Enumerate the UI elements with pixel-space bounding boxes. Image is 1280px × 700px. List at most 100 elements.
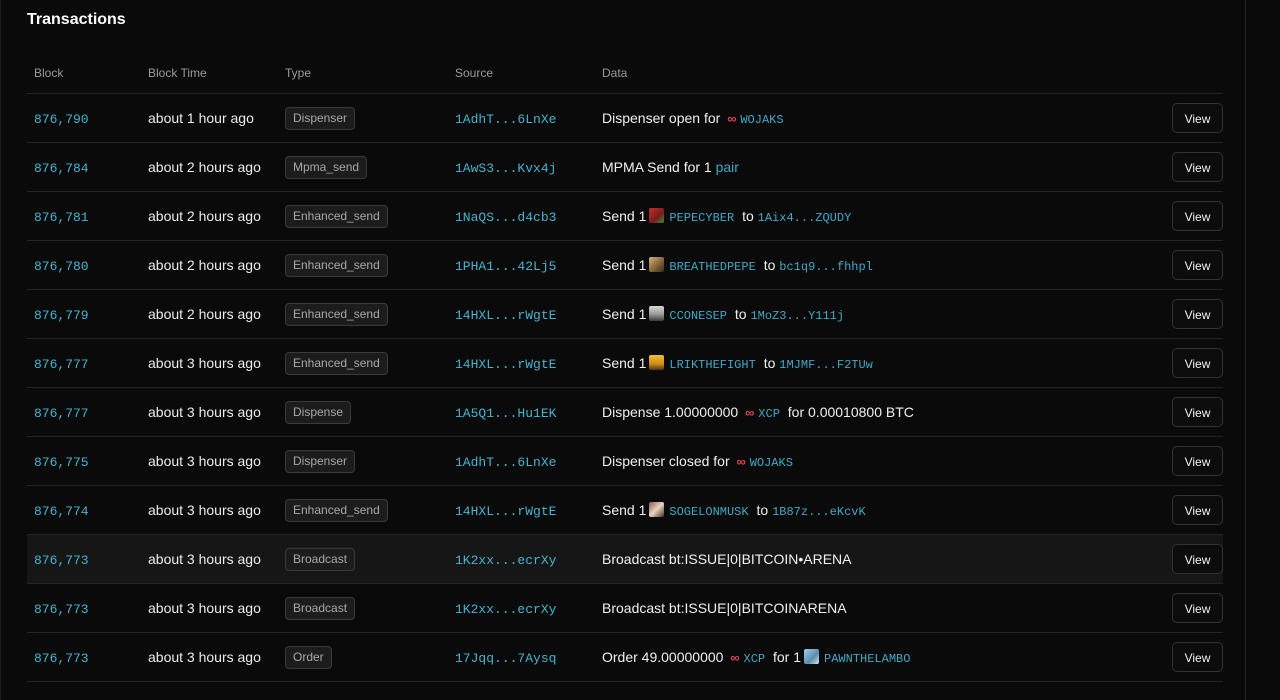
asset-link[interactable]: CCONESEP	[669, 309, 727, 323]
data-text: to	[734, 305, 747, 322]
type-badge: Enhanced_send	[285, 351, 388, 375]
asset-link[interactable]: WOJAKS	[750, 456, 793, 470]
asset-image-icon	[649, 354, 665, 370]
view-button[interactable]: View	[1172, 201, 1223, 231]
block-time: about 3 hours ago	[148, 453, 261, 469]
address-link[interactable]: 1B87z...eKcvK	[772, 505, 866, 519]
data-text: Broadcast bt:ISSUE|0|BITCOIN•ARENA	[602, 551, 852, 567]
data-text: Broadcast bt:ISSUE|0|BITCOINARENA	[602, 600, 847, 616]
view-button[interactable]: View	[1172, 495, 1223, 525]
block-link[interactable]: 876,773	[34, 651, 89, 666]
view-button[interactable]: View	[1172, 103, 1223, 133]
data-cell: Send 1 PEPECYBER to 1Aix4...ZQUDY	[602, 192, 1161, 241]
block-time: about 3 hours ago	[148, 551, 261, 567]
block-link[interactable]: 876,790	[34, 112, 89, 127]
data-cell: Order 49.00000000 ∞ XCP for 1 PAWNTHELAMB…	[602, 633, 1161, 682]
source-link[interactable]: 1K2xx...ecrXy	[455, 602, 556, 617]
source-link[interactable]: 1A5Q1...Hu1EK	[455, 406, 556, 421]
data-text: for 0.00010800 BTC	[787, 403, 914, 420]
data-cell: Send 1 SOGELONMUSK to 1B87z...eKcvK	[602, 486, 1161, 535]
block-time: about 3 hours ago	[148, 600, 261, 616]
data-text: for 1	[773, 648, 802, 665]
block-link[interactable]: 876,779	[34, 308, 89, 323]
source-link[interactable]: 1K2xx...ecrXy	[455, 553, 556, 568]
address-link[interactable]: 1MJMF...F2TUw	[779, 358, 873, 372]
address-link[interactable]: 1Aix4...ZQUDY	[758, 211, 852, 225]
section-title: Transactions	[27, 11, 126, 28]
transactions-panel: Transactions Block Block Time Type Sourc…	[0, 0, 1246, 700]
data-cell: Send 1 BREATHEDPEPE to bc1q9...fhhpl	[602, 241, 1161, 290]
block-link[interactable]: 876,773	[34, 602, 89, 617]
table-row: 876,777 about 3 hours ago Enhanced_send …	[27, 339, 1223, 388]
asset-link[interactable]: PAWNTHELAMBO	[824, 652, 910, 666]
block-link[interactable]: 876,781	[34, 210, 89, 225]
view-button[interactable]: View	[1172, 593, 1223, 623]
view-button[interactable]: View	[1172, 348, 1223, 378]
asset-link[interactable]: LRIKTHEFIGHT	[669, 358, 755, 372]
table-row: 876,780 about 2 hours ago Enhanced_send …	[27, 241, 1223, 290]
source-link[interactable]: 1NaQS...d4cb3	[455, 210, 556, 225]
view-button[interactable]: View	[1172, 152, 1223, 182]
data-cell: Dispense 1.00000000 ∞ XCP for 0.00010800…	[602, 388, 1161, 437]
data-cell: MPMA Send for 1 pair	[602, 143, 1161, 192]
source-link[interactable]: 1AdhT...6LnXe	[455, 455, 556, 470]
asset-image-icon	[649, 256, 665, 272]
type-badge: Mpma_send	[285, 155, 368, 179]
address-link[interactable]: 1MoZ3...Y111j	[750, 309, 844, 323]
source-link[interactable]: 14HXL...rWgtE	[455, 504, 556, 519]
source-link[interactable]: 1AdhT...6LnXe	[455, 112, 556, 127]
source-link[interactable]: 17Jqq...7Aysq	[455, 651, 556, 666]
view-button[interactable]: View	[1172, 397, 1223, 427]
data-text: to	[742, 207, 754, 224]
block-time: about 2 hours ago	[148, 208, 261, 224]
data-text: to	[763, 354, 776, 371]
block-link[interactable]: 876,777	[34, 406, 89, 421]
asset-link[interactable]: XCP	[758, 407, 780, 421]
view-button[interactable]: View	[1172, 299, 1223, 329]
pair-link[interactable]: pair	[716, 159, 739, 175]
source-link[interactable]: 1PHA1...42Lj5	[455, 259, 556, 274]
data-text: Dispense 1.00000000	[602, 403, 739, 420]
data-cell: Dispenser open for ∞ WOJAKS	[602, 94, 1161, 143]
xcp-icon: ∞	[730, 649, 739, 665]
block-link[interactable]: 876,775	[34, 455, 89, 470]
data-text: to	[756, 501, 769, 518]
data-cell: Dispenser closed for ∞ WOJAKS	[602, 437, 1161, 486]
source-link[interactable]: 14HXL...rWgtE	[455, 357, 556, 372]
view-button[interactable]: View	[1172, 446, 1223, 476]
type-badge: Enhanced_send	[285, 204, 388, 228]
table-row: 876,777 about 3 hours ago Dispense 1A5Q1…	[27, 388, 1223, 437]
block-time: about 3 hours ago	[148, 502, 261, 518]
asset-link[interactable]: WOJAKS	[740, 113, 783, 127]
block-time: about 3 hours ago	[148, 404, 261, 420]
type-badge: Broadcast	[285, 596, 356, 620]
col-block: Block	[27, 52, 148, 94]
table-row: 876,790 about 1 hour ago Dispenser 1AdhT…	[27, 94, 1223, 143]
block-link[interactable]: 876,784	[34, 161, 89, 176]
block-time: about 2 hours ago	[148, 257, 261, 273]
type-badge: Enhanced_send	[285, 253, 388, 277]
view-button[interactable]: View	[1172, 642, 1223, 672]
block-time: about 1 hour ago	[148, 110, 254, 126]
asset-link[interactable]: SOGELONMUSK	[669, 505, 748, 519]
asset-link[interactable]: BREATHEDPEPE	[669, 260, 755, 274]
view-button[interactable]: View	[1172, 250, 1223, 280]
data-text: to	[763, 256, 776, 273]
col-source: Source	[455, 52, 602, 94]
table-row: 876,784 about 2 hours ago Mpma_send 1AwS…	[27, 143, 1223, 192]
view-button[interactable]: View	[1172, 544, 1223, 574]
type-badge: Dispenser	[285, 449, 356, 473]
col-type: Type	[285, 52, 455, 94]
asset-link[interactable]: PEPECYBER	[669, 211, 734, 225]
type-badge: Enhanced_send	[285, 498, 388, 522]
address-link[interactable]: bc1q9...fhhpl	[779, 260, 873, 274]
asset-link[interactable]: XCP	[744, 652, 766, 666]
block-link[interactable]: 876,774	[34, 504, 89, 519]
data-cell: Broadcast bt:ISSUE|0|BITCOIN•ARENA	[602, 535, 1161, 584]
block-link[interactable]: 876,777	[34, 357, 89, 372]
block-link[interactable]: 876,780	[34, 259, 89, 274]
block-link[interactable]: 876,773	[34, 553, 89, 568]
source-link[interactable]: 14HXL...rWgtE	[455, 308, 556, 323]
data-text: Send 1	[602, 354, 647, 371]
source-link[interactable]: 1AwS3...Kvx4j	[455, 161, 556, 176]
